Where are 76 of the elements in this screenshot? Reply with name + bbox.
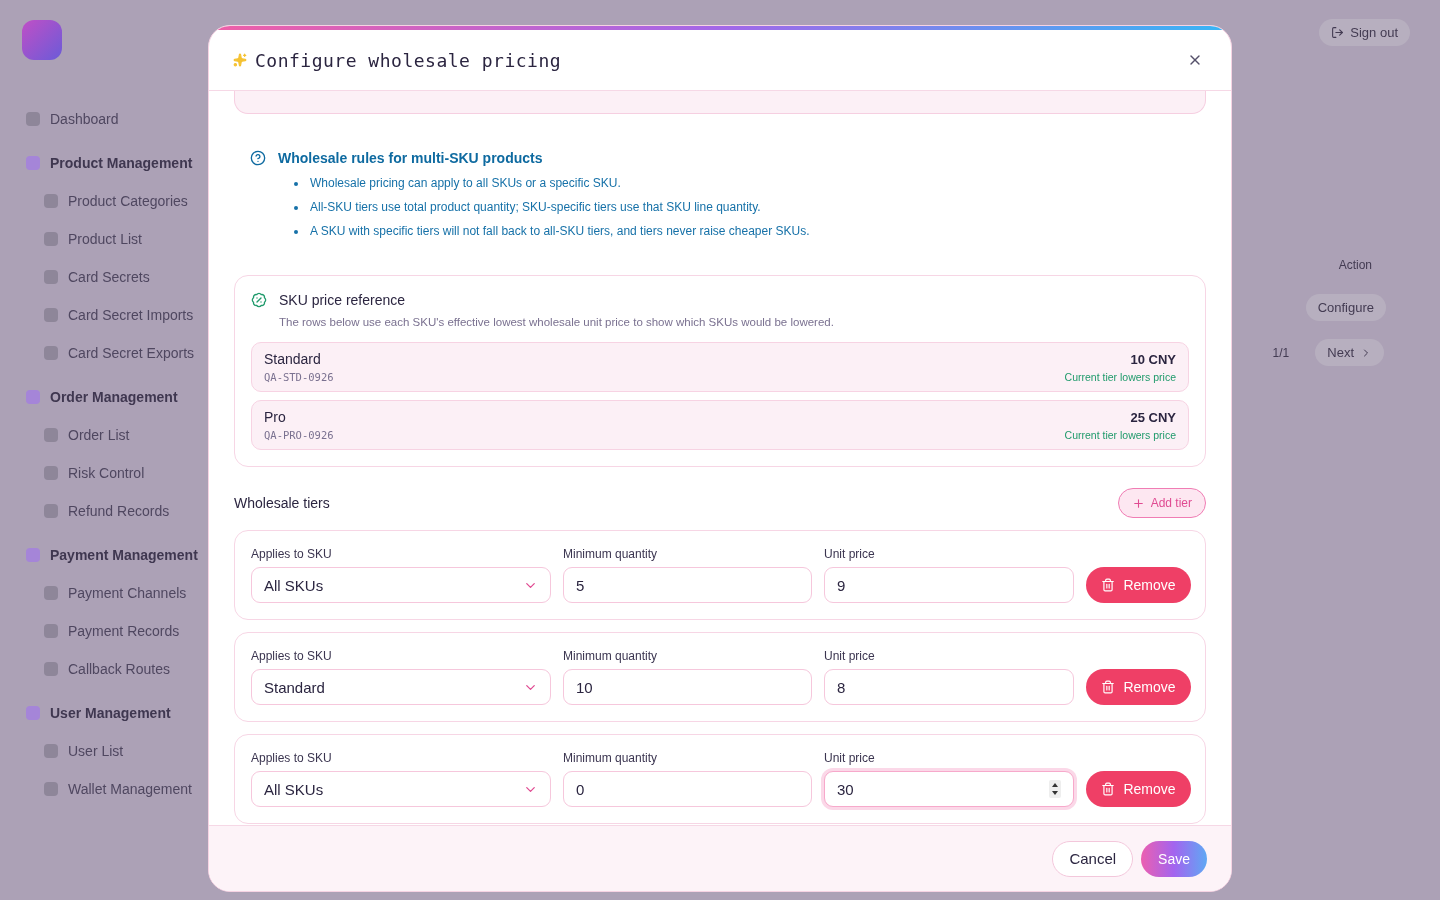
bullet-dot [294,229,298,234]
remove-button[interactable]: Remove [1086,669,1191,705]
field-label: Unit price [824,649,876,663]
cancel-button[interactable]: Cancel [1052,840,1134,877]
app-logo [22,20,62,60]
sidebar-group[interactable]: Product Management [18,144,222,182]
sidebar-item[interactable]: Refund Records [18,492,222,530]
quantity-field[interactable]: 10 [563,669,812,705]
sidebar-item[interactable]: Dashboard [18,100,222,138]
sku-select[interactable]: All SKUs [251,771,551,807]
rules-title: Wholesale rules for multi-SKU products [278,150,543,166]
sidebar-item[interactable]: Product Categories [18,182,222,220]
sidebar-item[interactable]: Card Secrets [18,258,222,296]
sku-name: Standard [264,351,321,367]
field-label: Unit price [824,547,876,561]
sku-name: Pro [264,409,286,425]
help-icon [250,150,266,166]
sidebar-group[interactable]: User Management [18,694,222,732]
sku-code: QA-PRO-0926 [264,429,334,441]
sign-out-icon [1331,25,1345,39]
save-button[interactable]: Save [1141,840,1207,877]
sidebar-item[interactable]: Card Secret Exports [18,334,222,372]
sku-select[interactable]: All SKUs [251,567,551,603]
quantity-field[interactable]: 5 [563,567,812,603]
price-field[interactable]: 9 [824,567,1074,603]
add-tier-button[interactable]: Add tier [1117,488,1206,518]
sidebar-item[interactable]: Payment Channels [18,574,222,612]
sidebar-item[interactable]: Risk Control [18,454,222,492]
sidebar-item[interactable]: Callback Routes [18,650,222,688]
field-label: Applies to SKU [251,649,333,663]
sidebar-item[interactable]: User List [18,732,222,770]
field-label: Minimum quantity [563,751,659,765]
rule-text: Wholesale pricing can apply to all SKUs or a specific SKU. [310,176,621,191]
sku-price: 10 CNY [1130,351,1176,367]
spinner-icon[interactable] [1049,780,1061,798]
sidebar-group[interactable]: Payment Management [18,536,222,574]
rule-text: All-SKU tiers use total product quantity; SKU-specific tiers use that SKU line quantity. [310,200,761,215]
column-header: Action [1338,258,1372,272]
quantity-field[interactable]: 0 [563,771,812,807]
sparkle-icon [233,53,247,67]
configure-button[interactable]: Configure [1305,294,1386,321]
sku-code: QA-STD-0926 [264,371,334,383]
field-label: Applies to SKU [251,751,333,765]
sidebar-item[interactable]: Payment Records [18,612,222,650]
sign-out-button[interactable]: Sign out [1319,18,1410,46]
reference-description: The rows below use each SKU's effective lowest wholesale unit price to show which SKUs would be lowered. [279,316,835,328]
sidebar-item[interactable]: Product List [18,220,222,258]
price-note: Current tier lowers price [1064,370,1176,383]
trash-icon [1101,578,1116,592]
field-label: Minimum quantity [563,649,659,663]
dialog-title: Configure wholesale pricing [255,49,563,71]
sku-select[interactable]: Standard [251,669,551,705]
discount-badge-icon [251,292,267,308]
price-field[interactable]: 30 [824,771,1074,807]
bullet-dot [294,205,298,210]
reference-title: SKU price reference [279,292,406,308]
sidebar-item[interactable]: Order List [18,416,222,454]
plus-icon [1131,496,1145,510]
next-button[interactable]: Next [1315,339,1384,366]
rule-text: A SKU with specific tiers will not fall back to all-SKU tiers, and tiers never raise cheaper SKUs. [310,224,810,239]
remove-button[interactable]: Remove [1086,567,1191,603]
trash-icon [1101,782,1116,796]
section-title: Wholesale tiers [234,495,330,511]
remove-button[interactable]: Remove [1086,771,1191,807]
bullet-dot [294,181,298,186]
trash-icon [1101,680,1116,694]
sidebar-item[interactable]: Wallet Management [18,770,222,808]
price-field[interactable]: 8 [824,669,1074,705]
price-note: Current tier lowers price [1064,428,1176,441]
sidebar-item[interactable]: Card Secret Imports [18,296,222,334]
page-indicator: 1/1 [1272,345,1290,360]
field-label: Applies to SKU [251,547,333,561]
field-label: Unit price [824,751,876,765]
sku-price: 25 CNY [1130,409,1176,425]
field-label: Minimum quantity [563,547,659,561]
sidebar-group[interactable]: Order Management [18,378,222,416]
